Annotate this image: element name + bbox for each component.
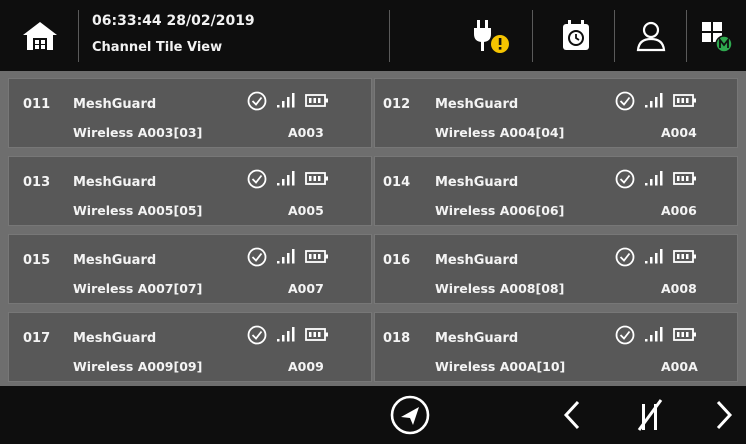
- check-icon: [615, 325, 635, 345]
- device-code: A008: [661, 281, 697, 296]
- device-name: MeshGuard: [435, 97, 519, 112]
- check-icon: [247, 169, 267, 189]
- device-code: A003: [288, 125, 324, 140]
- header-separator: [532, 10, 533, 62]
- channel-tile-018[interactable]: 018 MeshGuard Wireless A00A[10] A00A: [374, 312, 738, 382]
- home-icon: [23, 22, 57, 50]
- device-name: MeshGuard: [435, 253, 519, 268]
- previous-icon: [563, 400, 580, 430]
- device-code: A006: [661, 203, 697, 218]
- device-name: MeshGuard: [73, 253, 157, 268]
- header-separator: [78, 10, 79, 62]
- channel-tile-014[interactable]: 014 MeshGuard Wireless A006[06] A006: [374, 156, 738, 226]
- check-icon: [615, 91, 635, 111]
- device-description: Wireless A008[08]: [435, 281, 565, 296]
- device-description: Wireless A00A[10]: [435, 359, 566, 374]
- channel-tile-011[interactable]: 011 MeshGuard Wireless A003[03] A003: [8, 78, 372, 148]
- home-button[interactable]: [10, 8, 70, 64]
- device-code: A004: [661, 125, 697, 140]
- device-description: Wireless A007[07]: [73, 281, 203, 296]
- device-code: A007: [288, 281, 324, 296]
- channel-number: 015: [23, 253, 51, 268]
- header-bar: 06:33:44 28/02/2019 Channel Tile View: [0, 0, 746, 71]
- datetime-text: 06:33:44 28/02/2019: [92, 13, 255, 29]
- header-separator: [614, 10, 615, 62]
- battery-icon: [673, 328, 696, 341]
- check-icon: [247, 91, 267, 111]
- signal-icon: [645, 93, 663, 108]
- device-description: Wireless A006[06]: [435, 203, 565, 218]
- battery-icon: [305, 94, 328, 107]
- signal-icon: [645, 171, 663, 186]
- device-description: Wireless A003[03]: [73, 125, 203, 140]
- modules-icon: [702, 22, 733, 53]
- device-description: Wireless A009[09]: [73, 359, 203, 374]
- device-name: MeshGuard: [73, 331, 157, 346]
- previous-page-button[interactable]: [552, 392, 592, 438]
- device-description: Wireless A004[04]: [435, 125, 565, 140]
- channel-tile-016[interactable]: 016 MeshGuard Wireless A008[08] A008: [374, 234, 738, 304]
- signal-icon: [277, 327, 295, 342]
- signal-icon: [645, 249, 663, 264]
- timer-icon: [563, 20, 589, 50]
- navigate-button[interactable]: [384, 392, 436, 438]
- battery-icon: [673, 94, 696, 107]
- battery-icon: [305, 328, 328, 341]
- channel-number: 011: [23, 97, 51, 112]
- signal-icon: [277, 93, 295, 108]
- power-alert-icon: [474, 20, 509, 53]
- device-name: MeshGuard: [73, 97, 157, 112]
- device-name: MeshGuard: [435, 175, 519, 190]
- signal-icon: [277, 171, 295, 186]
- channel-number: 013: [23, 175, 51, 190]
- device-code: A009: [288, 359, 324, 374]
- power-alert-button[interactable]: [456, 8, 522, 64]
- channel-tile-013[interactable]: 013 MeshGuard Wireless A005[05] A005: [8, 156, 372, 226]
- check-icon: [247, 247, 267, 267]
- device-code: A00A: [661, 359, 698, 374]
- timer-button[interactable]: [546, 8, 606, 64]
- navigate-icon: [390, 395, 430, 435]
- channel-number: 018: [383, 331, 411, 346]
- next-icon: [716, 400, 733, 430]
- channel-number: 012: [383, 97, 411, 112]
- device-code: A005: [288, 203, 324, 218]
- view-toggle-icon: [637, 399, 663, 431]
- channel-tile-012[interactable]: 012 MeshGuard Wireless A004[04] A004: [374, 78, 738, 148]
- device-description: Wireless A005[05]: [73, 203, 203, 218]
- view-title: Channel Tile View: [92, 40, 223, 55]
- view-toggle-button[interactable]: [628, 392, 672, 438]
- channel-number: 014: [383, 175, 411, 190]
- channel-tile-grid: 011 MeshGuard Wireless A003[03] A003 012…: [8, 72, 738, 386]
- channel-number: 017: [23, 331, 51, 346]
- next-page-button[interactable]: [704, 392, 744, 438]
- header-separator: [389, 10, 390, 62]
- footer-bar: [0, 386, 746, 444]
- battery-icon: [305, 250, 328, 263]
- check-icon: [615, 169, 635, 189]
- signal-icon: [277, 249, 295, 264]
- battery-icon: [673, 172, 696, 185]
- signal-icon: [645, 327, 663, 342]
- header-separator: [686, 10, 687, 62]
- user-button[interactable]: [622, 8, 680, 64]
- battery-icon: [673, 250, 696, 263]
- device-name: MeshGuard: [435, 331, 519, 346]
- channel-tile-017[interactable]: 017 MeshGuard Wireless A009[09] A009: [8, 312, 372, 382]
- channel-tile-015[interactable]: 015 MeshGuard Wireless A007[07] A007: [8, 234, 372, 304]
- channel-number: 016: [383, 253, 411, 268]
- modules-button[interactable]: [690, 8, 742, 64]
- check-icon: [247, 325, 267, 345]
- check-icon: [615, 247, 635, 267]
- user-icon: [636, 21, 666, 52]
- battery-icon: [305, 172, 328, 185]
- device-name: MeshGuard: [73, 175, 157, 190]
